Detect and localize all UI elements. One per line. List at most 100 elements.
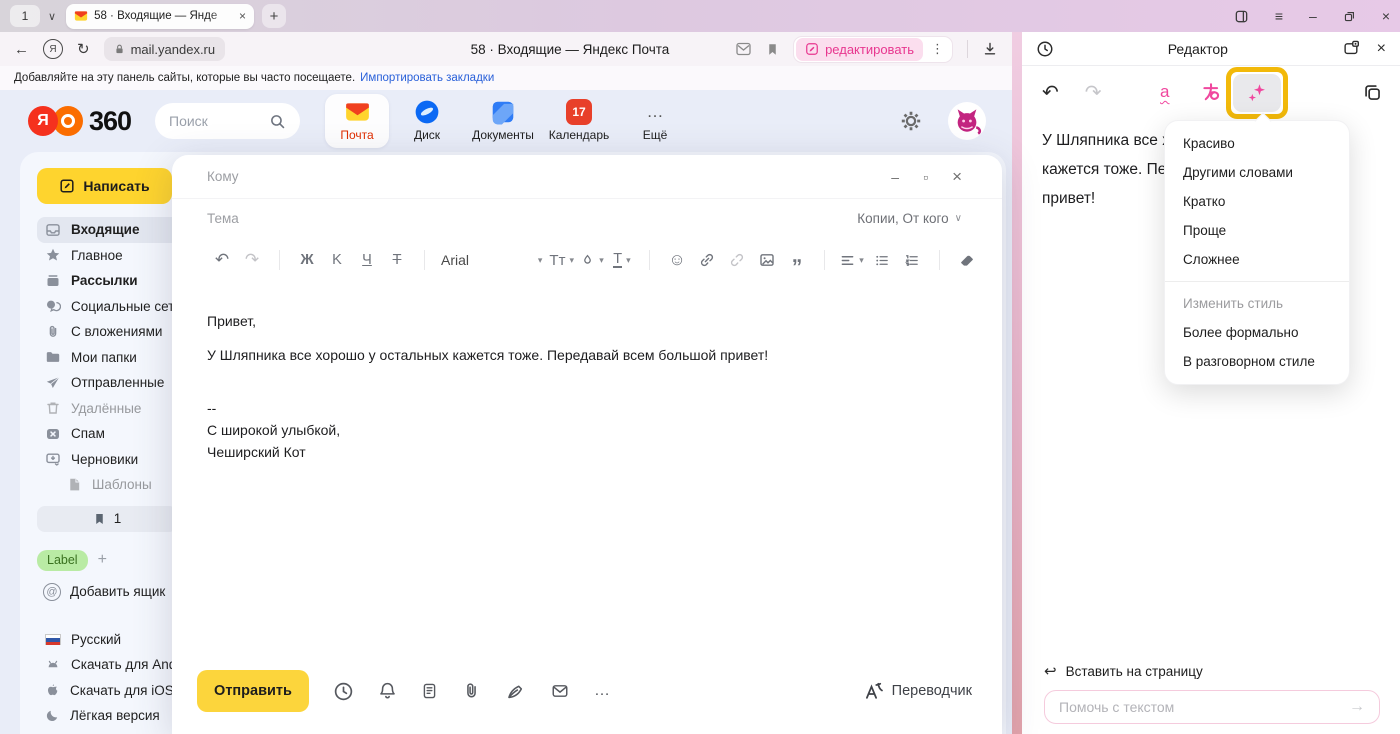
- help-with-text-input[interactable]: [1059, 699, 1349, 715]
- back-icon[interactable]: ←: [14, 41, 29, 58]
- text-color-button[interactable]: Т ▾: [610, 246, 634, 274]
- sidebar-item-main[interactable]: Главное: [37, 243, 185, 269]
- avatar[interactable]: [948, 102, 986, 140]
- sidebar-item-attachments[interactable]: С вложениями: [37, 319, 185, 345]
- send-button[interactable]: Отправить: [197, 670, 309, 712]
- blockquote-icon[interactable]: „: [785, 242, 809, 270]
- tab-close-icon[interactable]: ×: [239, 9, 246, 23]
- more-options-icon[interactable]: …: [594, 682, 612, 700]
- browser-tab[interactable]: 58 · Входящие — Янде ×: [66, 4, 254, 29]
- submit-arrow-icon[interactable]: →: [1349, 698, 1365, 716]
- translate-icon[interactable]: [1200, 81, 1222, 103]
- window-minimize-icon[interactable]: –: [1309, 8, 1317, 24]
- redo-icon[interactable]: ↷: [240, 246, 264, 274]
- app-disk[interactable]: Диск: [389, 94, 465, 142]
- menu-item-complex[interactable]: Сложнее: [1165, 245, 1349, 274]
- strikethrough-button[interactable]: Т: [385, 246, 409, 274]
- fill-color-button[interactable]: ▾: [580, 246, 604, 274]
- rewrite-sparkles-button[interactable]: [1233, 74, 1281, 112]
- open-in-window-icon[interactable]: [1342, 40, 1361, 57]
- underline-button[interactable]: Ч: [355, 246, 379, 274]
- sidebar-item-spam[interactable]: Спам: [37, 421, 185, 447]
- add-label-icon[interactable]: +: [98, 551, 107, 569]
- history-icon[interactable]: [1036, 40, 1054, 58]
- copy-icon[interactable]: [1363, 83, 1382, 102]
- sidebar-item-my-folders[interactable]: Мои папки: [37, 345, 185, 371]
- sidebar-item-inbox[interactable]: Входящие: [37, 217, 185, 243]
- browser-menu-icon[interactable]: ≡: [1275, 8, 1283, 24]
- url-field[interactable]: mail.yandex.ru: [104, 37, 226, 61]
- compose-button[interactable]: Написать: [37, 168, 172, 204]
- compose-maximize-icon[interactable]: ▫: [923, 169, 928, 185]
- vacancies-link[interactable]: Вакансии: [37, 729, 185, 734]
- menu-item-other-words[interactable]: Другими словами: [1165, 158, 1349, 187]
- translator-button[interactable]: Переводчик: [864, 681, 972, 701]
- eraser-icon[interactable]: [955, 246, 979, 274]
- yandex-home-icon[interactable]: Я: [43, 39, 63, 59]
- sidebar-item-newsletters[interactable]: Рассылки: [37, 268, 185, 294]
- emoji-icon[interactable]: ☺: [665, 246, 689, 274]
- edit-more-icon[interactable]: ⋮: [925, 41, 950, 57]
- sidebar-item-sent[interactable]: Отправленные: [37, 370, 185, 396]
- attach-file-icon[interactable]: [462, 681, 481, 701]
- font-select[interactable]: Arial ▾: [441, 252, 542, 268]
- align-icon[interactable]: ▾: [840, 246, 864, 274]
- download-icon[interactable]: [982, 41, 998, 57]
- search-input[interactable]: [169, 113, 259, 129]
- envelope-icon[interactable]: [550, 682, 570, 700]
- language-link[interactable]: Русский: [37, 627, 185, 653]
- app-docs[interactable]: Документы: [465, 94, 541, 142]
- font-size-button[interactable]: Тт▾: [549, 246, 574, 274]
- stationery-pen-icon[interactable]: [505, 682, 526, 701]
- refresh-icon[interactable]: ↻: [77, 40, 90, 58]
- label-tag[interactable]: Label: [37, 550, 88, 571]
- to-field[interactable]: Кому: [207, 169, 239, 184]
- tab-group-chevron-icon[interactable]: ∨: [48, 10, 56, 23]
- italic-button[interactable]: K: [325, 246, 349, 274]
- bullet-list-icon[interactable]: [870, 246, 894, 274]
- search-icon[interactable]: [269, 113, 286, 130]
- edit-button[interactable]: редактировать: [796, 38, 923, 61]
- window-close-icon[interactable]: ×: [1382, 8, 1390, 24]
- bold-button[interactable]: Ж: [295, 246, 319, 274]
- spellcheck-icon[interactable]: a: [1160, 82, 1169, 102]
- cc-from-toggle[interactable]: Копии, От кого ∨: [857, 211, 962, 226]
- insert-to-page-button[interactable]: ↩ Вставить на страницу: [1044, 662, 1203, 680]
- menu-item-beautiful[interactable]: Красиво: [1165, 129, 1349, 158]
- numbered-list-icon[interactable]: [900, 246, 924, 274]
- message-body[interactable]: Привет, У Шляпника все хорошо у остальны…: [172, 283, 1002, 463]
- panel-sidebar-icon[interactable]: [1234, 9, 1249, 24]
- compose-close-icon[interactable]: ×: [952, 167, 962, 187]
- app-more[interactable]: … Ещё: [617, 94, 693, 142]
- app-mail[interactable]: Почта: [325, 94, 389, 148]
- undo-icon[interactable]: ↶: [210, 246, 234, 274]
- search-box[interactable]: [155, 103, 300, 139]
- sidebar-item-templates[interactable]: Шаблоны: [37, 472, 185, 498]
- link-icon[interactable]: [695, 246, 719, 274]
- tab-group-badge[interactable]: 1: [10, 5, 40, 27]
- menu-item-conversational[interactable]: В разговорном стиле: [1165, 347, 1349, 376]
- sidebar-item-social[interactable]: Социальные сети: [37, 294, 185, 320]
- unlink-icon[interactable]: [725, 246, 749, 274]
- import-bookmarks-link[interactable]: Импортировать закладки: [360, 72, 494, 84]
- gear-icon[interactable]: [900, 110, 922, 132]
- schedule-send-icon[interactable]: [333, 681, 354, 702]
- help-with-text-box[interactable]: →: [1044, 690, 1380, 724]
- compose-minimize-icon[interactable]: –: [891, 169, 899, 185]
- yandex360-logo[interactable]: Я 360: [28, 106, 131, 137]
- notes-icon[interactable]: [421, 681, 438, 701]
- menu-item-simpler[interactable]: Проще: [1165, 216, 1349, 245]
- menu-item-formal[interactable]: Более формально: [1165, 318, 1349, 347]
- window-restore-icon[interactable]: [1343, 10, 1356, 23]
- sidebar-item-deleted[interactable]: Удалённые: [37, 396, 185, 422]
- light-version-link[interactable]: Лёгкая версия: [37, 703, 185, 729]
- menu-item-brief[interactable]: Кратко: [1165, 187, 1349, 216]
- download-ios-link[interactable]: Скачать для iOS: [37, 678, 185, 704]
- add-mailbox[interactable]: @ Добавить ящик: [37, 583, 185, 601]
- insert-image-icon[interactable]: [755, 246, 779, 274]
- bookmark-filter-row[interactable]: 1: [37, 506, 177, 532]
- panel-close-icon[interactable]: ×: [1377, 40, 1386, 58]
- editor-redo-icon[interactable]: ↷: [1085, 80, 1102, 105]
- app-calendar[interactable]: 17 Календарь: [541, 94, 617, 142]
- reminder-bell-icon[interactable]: [378, 681, 397, 701]
